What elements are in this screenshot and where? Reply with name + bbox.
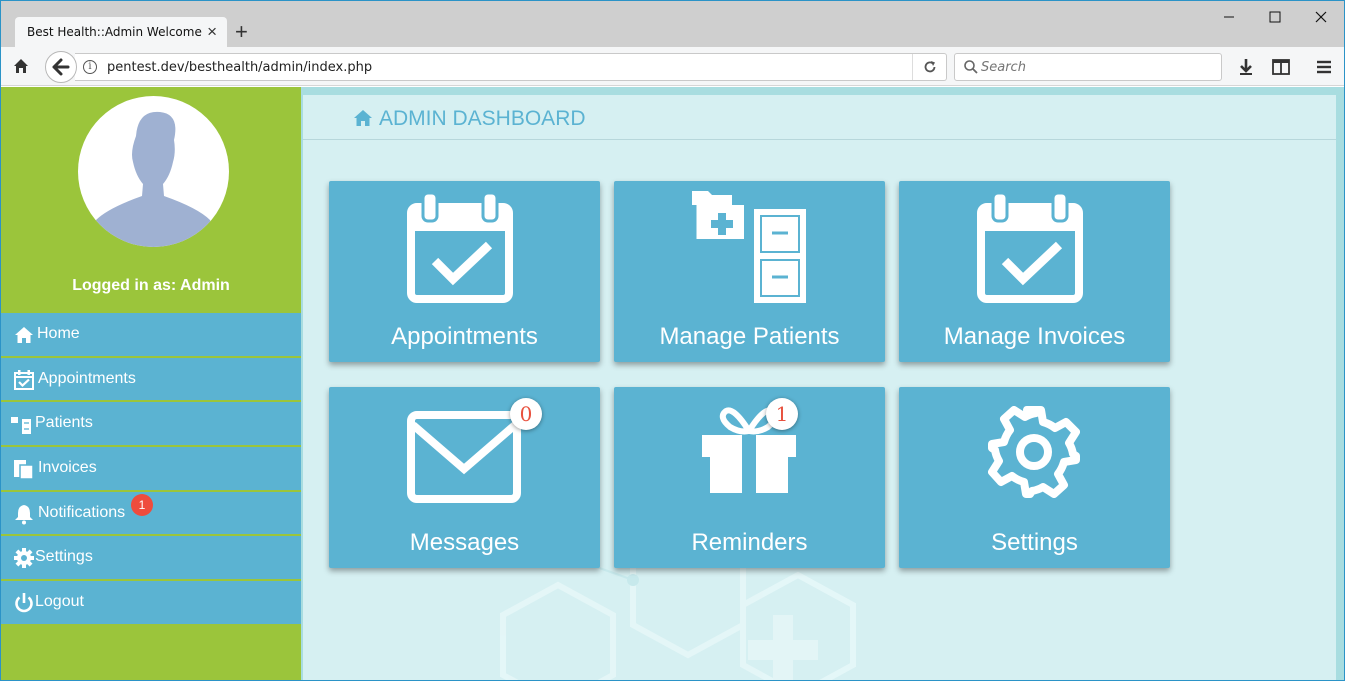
envelope-icon [407,411,521,508]
notification-count-badge: 1 [131,493,153,516]
sidebar-item-home[interactable]: Home [1,313,301,358]
sidebar-item-logout[interactable]: Logout [1,581,301,626]
sidebar-item-notifications[interactable]: Notifications 1 [1,491,301,537]
dashboard-header: ADMIN DASHBOARD [303,95,1336,140]
maximize-icon[interactable] [1265,7,1285,27]
sidebar-item-label: Patients [35,414,93,432]
browser-tab[interactable]: Best Health::Admin Welcome × [15,17,227,47]
title-bar: Best Health::Admin Welcome × + [1,1,1344,47]
reminders-count-badge: 1 [766,398,798,430]
sidebar-toggle-icon[interactable] [1270,56,1292,78]
invoices-icon [13,458,35,480]
patients-icon [10,413,32,435]
sidebar-item-patients[interactable]: Patients [1,402,301,448]
power-icon [13,592,35,614]
home-icon[interactable] [11,56,31,76]
tile-label: Reminders [691,529,808,556]
new-tab-icon[interactable]: + [235,20,248,44]
avatar [78,96,229,247]
sidebar-item-label: Home [37,325,80,342]
sidebar-item-appointments[interactable]: Appointments [1,357,301,403]
tile-messages[interactable]: 0 Messages [329,387,600,568]
tile-appointments[interactable]: Appointments [329,181,600,362]
main-area: ADMIN DASHBOARD Appointments Manage Pati… [301,87,1344,680]
sidebar-item-label: Appointments [38,369,136,387]
home-icon [353,108,373,128]
browser-window: Best Health::Admin Welcome × + i pentest… [0,0,1345,681]
reload-icon[interactable] [912,54,946,80]
tile-label: Appointments [391,323,538,350]
sidebar-item-label: Logout [35,593,84,611]
close-tab-icon[interactable]: × [207,22,217,42]
calendar-check-icon [407,189,513,310]
sidebar-item-label: Invoices [38,459,97,477]
tab-title: Best Health::Admin Welcome [27,25,202,39]
tile-label: Messages [409,529,520,556]
back-button[interactable] [45,51,77,83]
url-text[interactable]: pentest.dev/besthealth/admin/index.php [107,60,372,75]
sidebar-item-label: Settings [35,548,93,566]
menu-icon[interactable] [1313,56,1335,78]
home-icon [13,324,35,346]
bell-icon [13,503,35,525]
tile-manage-invoices[interactable]: Manage Invoices [899,181,1170,362]
minimize-icon[interactable] [1219,7,1239,27]
tile-label: Manage Invoices [943,323,1126,350]
gear-icon [13,547,35,569]
navigation-bar: i pentest.dev/besthealth/admin/index.php [1,47,1344,86]
search-bar[interactable] [954,53,1222,81]
logged-in-label: Logged in as: Admin [72,277,230,294]
search-icon [963,59,979,75]
download-icon[interactable] [1235,56,1257,78]
patient-files-icon [692,191,806,308]
info-icon[interactable]: i [83,60,97,74]
tile-reminders[interactable]: 1 Reminders [614,387,885,568]
dashboard-content: ADMIN DASHBOARD Appointments Manage Pati… [303,95,1336,680]
close-window-icon[interactable] [1311,7,1331,27]
sidebar-item-label: Notifications [38,503,126,521]
page: Logged in as: Admin Home Appointments Pa… [1,87,1344,680]
messages-count-badge: 0 [510,398,542,430]
url-bar[interactable]: i pentest.dev/besthealth/admin/index.php [75,53,947,81]
tile-manage-patients[interactable]: Manage Patients [614,181,885,362]
gear-icon [988,406,1080,503]
tile-label: Settings [991,529,1078,556]
calendar-check-icon [13,369,35,391]
sidebar-menu: Home Appointments Patients Invoices Noti… [1,313,301,626]
calendar-check-icon [977,189,1083,310]
sidebar-item-settings[interactable]: Settings [1,536,301,582]
page-title: ADMIN DASHBOARD [379,107,586,130]
sidebar-item-invoices[interactable]: Invoices [1,447,301,492]
user-silhouette-icon [88,111,218,247]
tile-settings[interactable]: Settings [899,387,1170,568]
sidebar: Logged in as: Admin Home Appointments Pa… [1,87,301,680]
search-input[interactable] [981,55,1211,79]
tile-label: Manage Patients [659,323,840,350]
